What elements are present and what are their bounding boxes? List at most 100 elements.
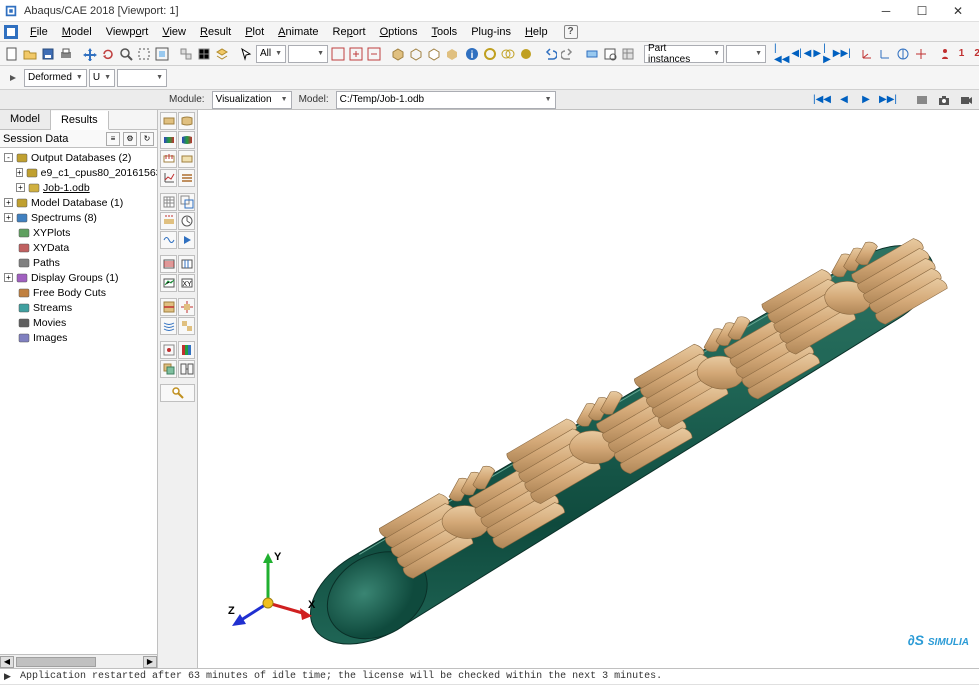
component-combo[interactable]: ▼ <box>117 69 167 87</box>
menu-plugins[interactable]: Plug-ins <box>465 24 517 40</box>
tree-item[interactable]: +Job-1.odb <box>0 180 157 195</box>
wireframe-button[interactable] <box>408 45 424 63</box>
zoom-button[interactable] <box>118 45 134 63</box>
replace-sel-button[interactable] <box>330 45 346 63</box>
tab-model[interactable]: Model <box>0 110 51 129</box>
tree-item[interactable]: Free Body Cuts <box>0 285 157 300</box>
open-button[interactable] <box>22 45 38 63</box>
help-tip-button[interactable]: i <box>464 45 480 63</box>
tree-item[interactable]: Paths <box>0 255 157 270</box>
query-button[interactable] <box>602 45 618 63</box>
tree-item[interactable]: Streams <box>0 300 157 315</box>
viewport[interactable]: Y X Z ∂S SIMULIA <box>198 110 979 668</box>
prev-frame-button[interactable]: ◀ <box>804 46 812 62</box>
material-orient-button[interactable] <box>178 150 195 168</box>
filter-combo[interactable]: ▼ <box>288 45 328 63</box>
deformed-plot-button[interactable] <box>178 112 195 130</box>
tab-results[interactable]: Results <box>51 111 109 130</box>
marker-1[interactable]: 1 <box>955 48 969 59</box>
tree-expander[interactable]: + <box>4 213 13 222</box>
menu-animate[interactable]: Animate <box>272 24 324 40</box>
grid-button[interactable] <box>196 45 212 63</box>
animate-opts-button[interactable] <box>178 231 195 249</box>
redo-button[interactable] <box>560 45 576 63</box>
record-button[interactable] <box>957 91 975 109</box>
primary-var-combo[interactable]: U▼ <box>89 69 115 87</box>
menu-model[interactable]: Model <box>56 24 98 40</box>
menu-tools[interactable]: Tools <box>426 24 464 40</box>
tree-item[interactable]: +Display Groups (1) <box>0 270 157 285</box>
minimize-button[interactable]: ─ <box>869 1 903 21</box>
circle2-button[interactable] <box>500 45 516 63</box>
next-step-button[interactable]: |▶ <box>823 46 831 62</box>
deformed-combo[interactable]: Deformed▼ <box>24 69 87 87</box>
tree-item[interactable]: Images <box>0 330 157 345</box>
animate-harmonic-button[interactable] <box>160 231 177 249</box>
tree-expander[interactable]: - <box>4 153 13 162</box>
create-xy-button[interactable] <box>160 274 177 292</box>
tree-item[interactable]: +Spectrums (8) <box>0 210 157 225</box>
display-group-button[interactable] <box>178 317 195 335</box>
odb-next-button[interactable]: ▶ <box>857 92 875 108</box>
tree-expander[interactable]: + <box>16 183 25 192</box>
menu-help[interactable]: Help <box>519 24 554 40</box>
menu-view[interactable]: View <box>156 24 192 40</box>
context-help-button[interactable]: ? <box>564 25 578 39</box>
tree-item[interactable]: XYPlots <box>0 225 157 240</box>
iso-button[interactable] <box>390 45 406 63</box>
prev-step-button[interactable]: ◀| <box>791 46 801 62</box>
superimpose-opts-button[interactable] <box>178 193 195 211</box>
menu-options[interactable]: Options <box>374 24 424 40</box>
csys3-button[interactable] <box>895 45 911 63</box>
cycle-views-button[interactable] <box>178 45 194 63</box>
menu-viewport[interactable]: Viewport <box>100 24 155 40</box>
csys4-button[interactable] <box>913 45 929 63</box>
person-icon[interactable] <box>937 45 953 63</box>
tree-item[interactable]: XYData <box>0 240 157 255</box>
scroll-thumb[interactable] <box>16 657 96 667</box>
probe-button[interactable] <box>584 45 600 63</box>
odb-first-button[interactable]: |◀◀ <box>813 92 831 108</box>
model-path-combo[interactable]: C:/Temp/Job-1.odb▼ <box>336 91 556 109</box>
common-opts-button[interactable] <box>160 193 177 211</box>
tree-expander[interactable]: + <box>16 168 23 177</box>
tree-item[interactable]: +Model Database (1) <box>0 195 157 210</box>
shaded-button[interactable] <box>444 45 460 63</box>
stream-button[interactable] <box>160 317 177 335</box>
tree-refresh-button[interactable]: ↻ <box>140 132 154 146</box>
contour-plot-button[interactable] <box>160 131 177 149</box>
expand-tool[interactable] <box>4 69 22 87</box>
xy-plot-button[interactable] <box>160 169 177 187</box>
field-button[interactable] <box>620 45 636 63</box>
color-code-button[interactable] <box>178 341 195 359</box>
contour-deformed-button[interactable] <box>178 131 195 149</box>
layers-button[interactable] <box>214 45 230 63</box>
instance-select-combo[interactable]: ▼ <box>726 45 766 63</box>
rotate-button[interactable] <box>100 45 116 63</box>
maximize-button[interactable]: ☐ <box>905 1 939 21</box>
tree-item[interactable]: +e9_c1_cpus80_20161563998183.248.odb <box>0 165 157 180</box>
module-combo[interactable]: Visualization▼ <box>212 91 292 109</box>
tree-collapse-button[interactable]: ≡ <box>106 132 120 146</box>
close-button[interactable]: ✕ <box>941 1 975 21</box>
ply-stack-button[interactable] <box>178 169 195 187</box>
tree-expander[interactable]: + <box>4 198 13 207</box>
scroll-right-arrow[interactable]: ▶ <box>143 656 157 668</box>
linked-vp-button[interactable] <box>178 360 195 378</box>
scroll-left-arrow[interactable]: ◀ <box>0 656 14 668</box>
tree-item[interactable]: Movies <box>0 315 157 330</box>
first-frame-button[interactable]: |◀◀ <box>774 46 789 62</box>
animate-scale-button[interactable] <box>160 212 177 230</box>
csys2-button[interactable] <box>877 45 893 63</box>
menu-report[interactable]: Report <box>327 24 372 40</box>
free-body-button[interactable] <box>178 298 195 316</box>
hidden-button[interactable] <box>426 45 442 63</box>
fit-button[interactable] <box>154 45 170 63</box>
arrow-tool[interactable] <box>238 45 254 63</box>
tree-hscroll[interactable]: ◀ ▶ <box>0 654 157 668</box>
new-button[interactable] <box>4 45 20 63</box>
menu-plot[interactable]: Plot <box>239 24 270 40</box>
camera-button[interactable] <box>935 91 953 109</box>
overlay-plot-button[interactable] <box>160 360 177 378</box>
undeformed-plot-button[interactable] <box>160 112 177 130</box>
